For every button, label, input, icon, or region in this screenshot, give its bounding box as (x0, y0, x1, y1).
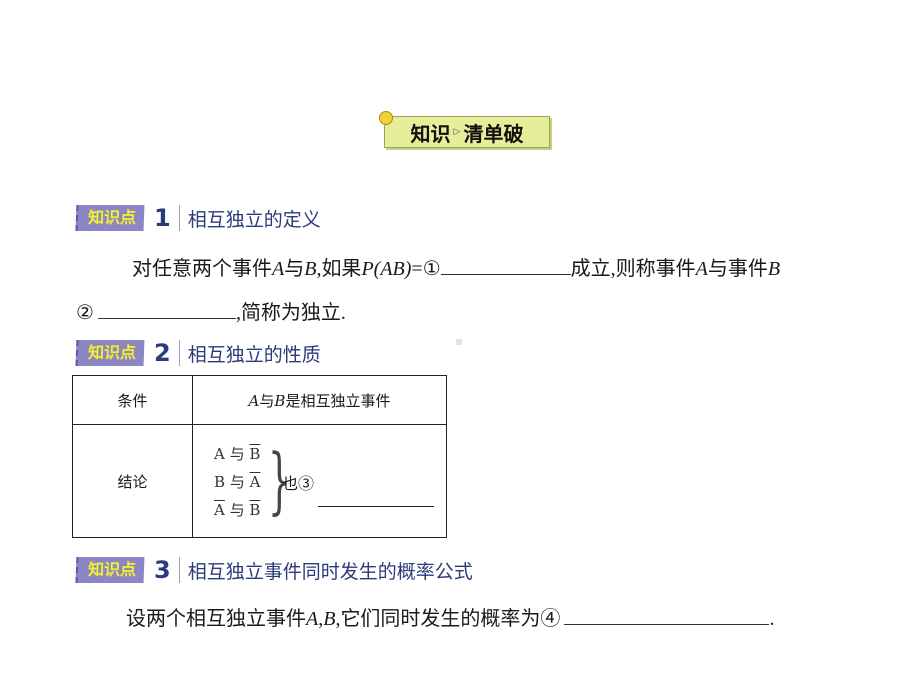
knowledge-point-tag: 知识点 (75, 205, 145, 231)
text: 是相互独立事件 (285, 391, 391, 410)
condition-label: 条件 (72, 375, 193, 425)
blank-3[interactable] (318, 506, 434, 507)
text: 与 (229, 473, 245, 491)
properties-table: 条件 A与B是相互独立事件 结论 A 与 B B 与 A A 与 B } 也③ (72, 375, 447, 538)
text: ,简称为独立. (235, 302, 346, 324)
var-b: B (304, 258, 317, 280)
var-b: B (323, 608, 336, 630)
section-number: 2 (154, 339, 171, 367)
definition-line-2: ② ,简称为独立. (76, 296, 346, 325)
event-pairs: A 与 B B 与 A A 与 B (214, 440, 260, 524)
divider (178, 340, 180, 366)
event: B (214, 473, 226, 491)
knowledge-point-tag: 知识点 (75, 557, 145, 583)
event-complement: A (249, 473, 261, 491)
text: 对任意两个事件 (132, 258, 272, 280)
text: . (769, 608, 775, 630)
text: 设两个相互独立事件 (126, 608, 306, 630)
section-1-header: 知识点 1 相互独立的定义 (75, 203, 321, 233)
text: 与 (284, 258, 305, 280)
var-a: A (306, 608, 319, 630)
event-complement: B (249, 501, 261, 519)
divider (178, 557, 180, 583)
knowledge-point-tag: 知识点 (75, 340, 145, 366)
section-2-header: 知识点 2 相互独立的性质 (75, 338, 321, 368)
text: 与 (259, 391, 275, 410)
event-complement: A (214, 501, 225, 519)
text: 成立,则称事件 (570, 258, 696, 280)
event: A (214, 445, 225, 463)
formula-line: 设两个相互独立事件A,B,它们同时发生的概率为④. (126, 602, 774, 631)
pair-row: A 与 B (214, 496, 260, 524)
text: =① (411, 258, 441, 280)
text: 与事件 (707, 258, 768, 280)
lightbulb-icon (379, 111, 393, 125)
blank-4[interactable] (564, 604, 770, 625)
section-banner: 知识 ▷ 清单破 (379, 111, 550, 148)
text: ,如果 (316, 258, 362, 280)
var-p: P (361, 258, 374, 280)
decorative-dot (456, 339, 462, 345)
table-row: 条件 A与B是相互独立事件 (72, 375, 447, 425)
var-b: B (767, 258, 781, 280)
var-b: B (274, 391, 286, 410)
triangle-icon: ▷ (453, 127, 461, 137)
section-3-header: 知识点 3 相互独立事件同时发生的概率公式 (75, 555, 473, 585)
conclusion-label: 结论 (72, 424, 193, 538)
var-a: A (248, 391, 260, 410)
section-number: 3 (154, 556, 171, 584)
table-row: 结论 A 与 B B 与 A A 与 B } 也③ (72, 424, 447, 538)
var-ab: (AB) (373, 258, 412, 280)
var-a: A (272, 258, 285, 280)
divider (178, 205, 180, 231)
blank-1[interactable] (440, 254, 571, 275)
var-a: A (695, 258, 708, 280)
blank-2[interactable] (97, 298, 236, 319)
banner-right: 清单破 (463, 121, 524, 146)
text: 与 (229, 445, 245, 463)
condition-value: A与B是相互独立事件 (192, 375, 447, 425)
text: ,它们同时发生的概率为④ (335, 608, 561, 630)
section-title: 相互独立的定义 (187, 208, 321, 231)
pair-row: B 与 A (214, 468, 260, 496)
text: 与 (229, 501, 245, 519)
also-text: 也③ (282, 474, 315, 493)
banner-left: 知识 (410, 121, 451, 146)
text: ② (76, 302, 94, 324)
section-title: 相互独立的性质 (187, 343, 321, 366)
definition-line-1: 对任意两个事件A与B,如果P(AB)=① 成立,则称事件A与事件B (132, 252, 780, 281)
pair-row: A 与 B (214, 440, 260, 468)
event-complement: B (249, 445, 261, 463)
conclusion-value: A 与 B B 与 A A 与 B } 也③ (192, 424, 447, 538)
section-number: 1 (154, 204, 171, 232)
section-title: 相互独立事件同时发生的概率公式 (187, 560, 473, 583)
